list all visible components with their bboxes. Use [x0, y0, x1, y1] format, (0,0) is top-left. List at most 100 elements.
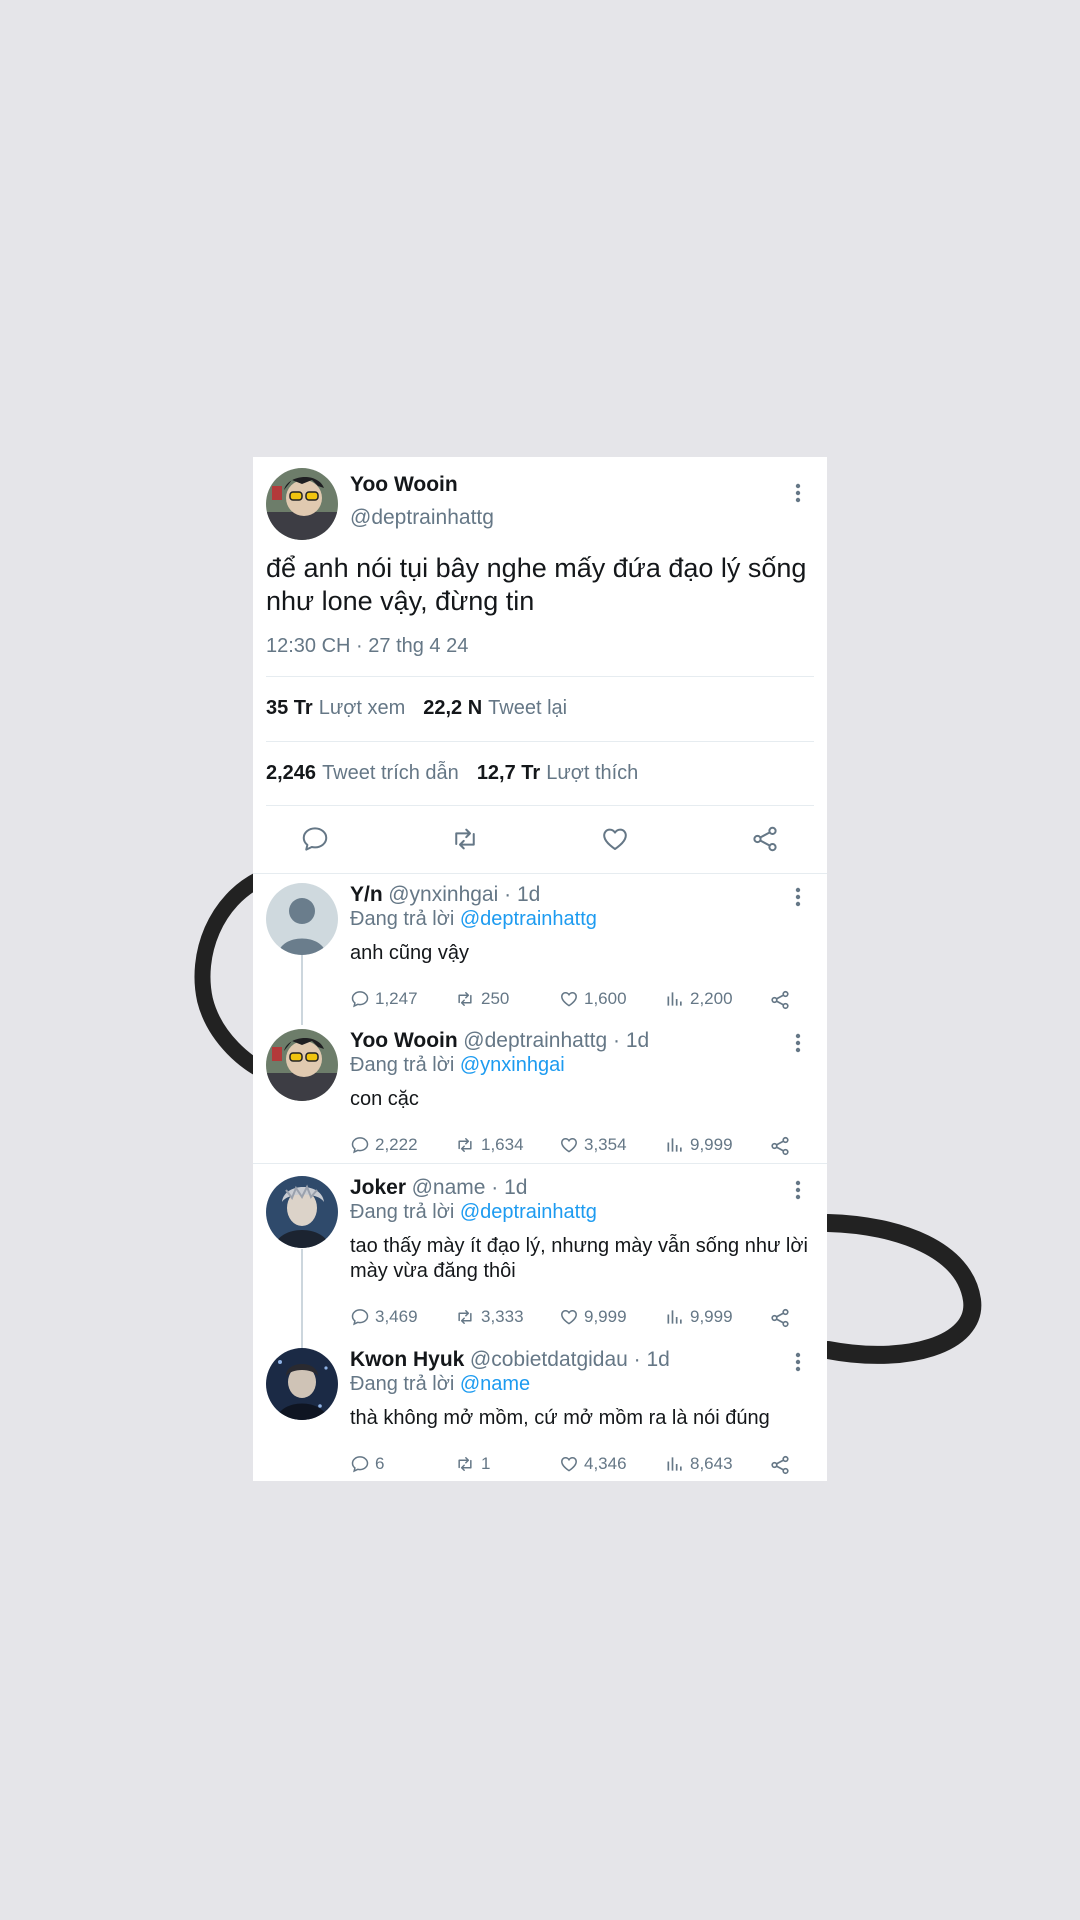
reply-views-stat[interactable]: 9,999: [665, 1307, 733, 1327]
retweet-count: 250: [481, 989, 510, 1008]
comment-count: 6: [375, 1454, 385, 1473]
heart-icon[interactable]: [600, 824, 630, 854]
comment-icon: [351, 1137, 369, 1154]
divider: [266, 741, 814, 742]
retweets-count[interactable]: 22,2 N: [423, 697, 482, 719]
reply-author-name[interactable]: Y/n: [350, 883, 383, 906]
reply-like-stat[interactable]: 1,600: [559, 989, 627, 1009]
views-icon: [667, 1310, 682, 1324]
author-avatar[interactable]: [266, 468, 338, 540]
more-vertical-icon[interactable]: [786, 1031, 810, 1055]
comment-icon: [351, 1456, 369, 1473]
comment-count: 3,469: [375, 1307, 418, 1326]
replying-mention[interactable]: @ynxinhgai: [460, 1054, 565, 1076]
reply-author-name[interactable]: Joker: [350, 1176, 406, 1199]
quotes-label[interactable]: Tweet trích dẫn: [322, 762, 459, 784]
reply-author-handle[interactable]: @name · 1d: [412, 1176, 528, 1199]
reply-views-stat[interactable]: 9,999: [665, 1135, 733, 1155]
retweet-count: 1: [481, 1454, 491, 1473]
author-handle[interactable]: @deptrainhattg: [350, 506, 494, 530]
likes-count[interactable]: 12,7 Tr: [477, 762, 540, 784]
tweet-card: Yoo Wooin @deptrainhattg để anh nói tụi …: [253, 457, 827, 1481]
reply-author-name[interactable]: Yoo Wooin: [350, 1029, 458, 1052]
reply-retweet-stat[interactable]: 3,333: [454, 1307, 524, 1327]
share-icon[interactable]: [750, 824, 780, 854]
more-vertical-icon[interactable]: [786, 1178, 810, 1202]
retweet-icon: [458, 992, 472, 1006]
more-vertical-icon[interactable]: [786, 481, 810, 505]
reply-comment-stat[interactable]: 2,222: [350, 1135, 418, 1155]
views-count: 8,643: [690, 1454, 733, 1473]
stats-row-quotes-likes: 2,246 Tweet trích dẫn 12,7 Tr Lượt thích: [266, 762, 656, 785]
replying-mention[interactable]: @name: [460, 1373, 530, 1395]
reply-like-stat[interactable]: 9,999: [559, 1307, 627, 1327]
views-count: 9,999: [690, 1135, 733, 1154]
avatar-image: [266, 1348, 338, 1420]
replying-mention[interactable]: @deptrainhattg: [460, 1201, 597, 1223]
views-count: 9,999: [690, 1307, 733, 1326]
share-icon[interactable]: [769, 1454, 791, 1476]
reply-text: tao thấy mày ít đạo lý, nhưng mày vẫn số…: [350, 1235, 808, 1282]
comment-icon: [351, 991, 369, 1008]
reply-avatar[interactable]: [266, 1029, 338, 1101]
reply-text: anh cũng vậy: [350, 942, 469, 964]
retweets-label[interactable]: Tweet lại: [488, 697, 567, 719]
reply-author-handle[interactable]: @cobietdatgidau · 1d: [470, 1348, 670, 1371]
avatar-image: [266, 1029, 338, 1101]
reply-comment-stat[interactable]: 1,247: [350, 989, 418, 1009]
reply-avatar[interactable]: [266, 883, 338, 955]
reply-retweet-stat[interactable]: 1: [454, 1454, 490, 1474]
reply-avatar[interactable]: [266, 1176, 338, 1248]
share-icon[interactable]: [769, 1307, 791, 1329]
heart-icon: [561, 1456, 577, 1472]
divider: [266, 676, 814, 677]
retweet-icon[interactable]: [450, 824, 480, 854]
comment-count: 2,222: [375, 1135, 418, 1154]
reply-like-stat[interactable]: 4,346: [559, 1454, 627, 1474]
reply-views-stat[interactable]: 8,643: [665, 1454, 733, 1474]
stats-row-views-retweets: 35 Tr Lượt xem 22,2 N Tweet lại: [266, 697, 585, 720]
reply-like-stat[interactable]: 3,354: [559, 1135, 627, 1155]
comment-icon[interactable]: [300, 824, 330, 854]
replying-to: Đang trả lời @name: [350, 1373, 530, 1396]
divider: [253, 873, 827, 874]
reply-retweet-stat[interactable]: 1,634: [454, 1135, 524, 1155]
likes-label[interactable]: Lượt thích: [546, 762, 638, 784]
reply-header: Yoo Wooin @deptrainhattg · 1d: [350, 1029, 649, 1053]
reply-text: thà không mở mồm, cứ mở mồm ra là nói đú…: [350, 1407, 770, 1429]
author-name[interactable]: Yoo Wooin: [350, 473, 458, 497]
heart-icon: [561, 991, 577, 1007]
tweet-text: để anh nói tụi bây nghe mấy đứa đạo lý s…: [266, 553, 807, 616]
replying-to: Đang trả lời @deptrainhattg: [350, 1201, 597, 1224]
reply-comment-stat[interactable]: 3,469: [350, 1307, 418, 1327]
reply-author-name[interactable]: Kwon Hyuk: [350, 1348, 464, 1371]
avatar-image: [266, 468, 338, 540]
reply-views-stat[interactable]: 2,200: [665, 989, 733, 1009]
reply-comment-stat[interactable]: 6: [350, 1454, 384, 1474]
retweet-icon: [458, 1310, 472, 1324]
like-count: 3,354: [584, 1135, 627, 1154]
more-vertical-icon[interactable]: [786, 1350, 810, 1374]
share-icon[interactable]: [769, 1135, 791, 1157]
share-icon[interactable]: [769, 989, 791, 1011]
retweet-count: 3,333: [481, 1307, 524, 1326]
reply-retweet-stat[interactable]: 250: [454, 989, 509, 1009]
views-icon: [667, 1457, 682, 1471]
retweet-count: 1,634: [481, 1135, 524, 1154]
reply-text: con cặc: [350, 1088, 419, 1110]
views-count: 35 Tr: [266, 697, 313, 719]
reply-avatar[interactable]: [266, 1348, 338, 1420]
heart-icon: [561, 1309, 577, 1325]
reply-author-handle[interactable]: @deptrainhattg · 1d: [463, 1029, 649, 1052]
tweet-timestamp: 12:30 CH · 27 thg 4 24: [266, 635, 469, 657]
more-vertical-icon[interactable]: [786, 885, 810, 909]
divider: [253, 1163, 827, 1164]
thread-line: [301, 955, 303, 1025]
replying-mention[interactable]: @deptrainhattg: [460, 908, 597, 930]
reply-author-handle[interactable]: @ynxinhgai · 1d: [388, 883, 540, 906]
retweet-icon: [458, 1457, 472, 1471]
quotes-count[interactable]: 2,246: [266, 762, 316, 784]
like-count: 4,346: [584, 1454, 627, 1473]
views-count: 2,200: [690, 989, 733, 1008]
views-icon: [667, 1138, 682, 1152]
